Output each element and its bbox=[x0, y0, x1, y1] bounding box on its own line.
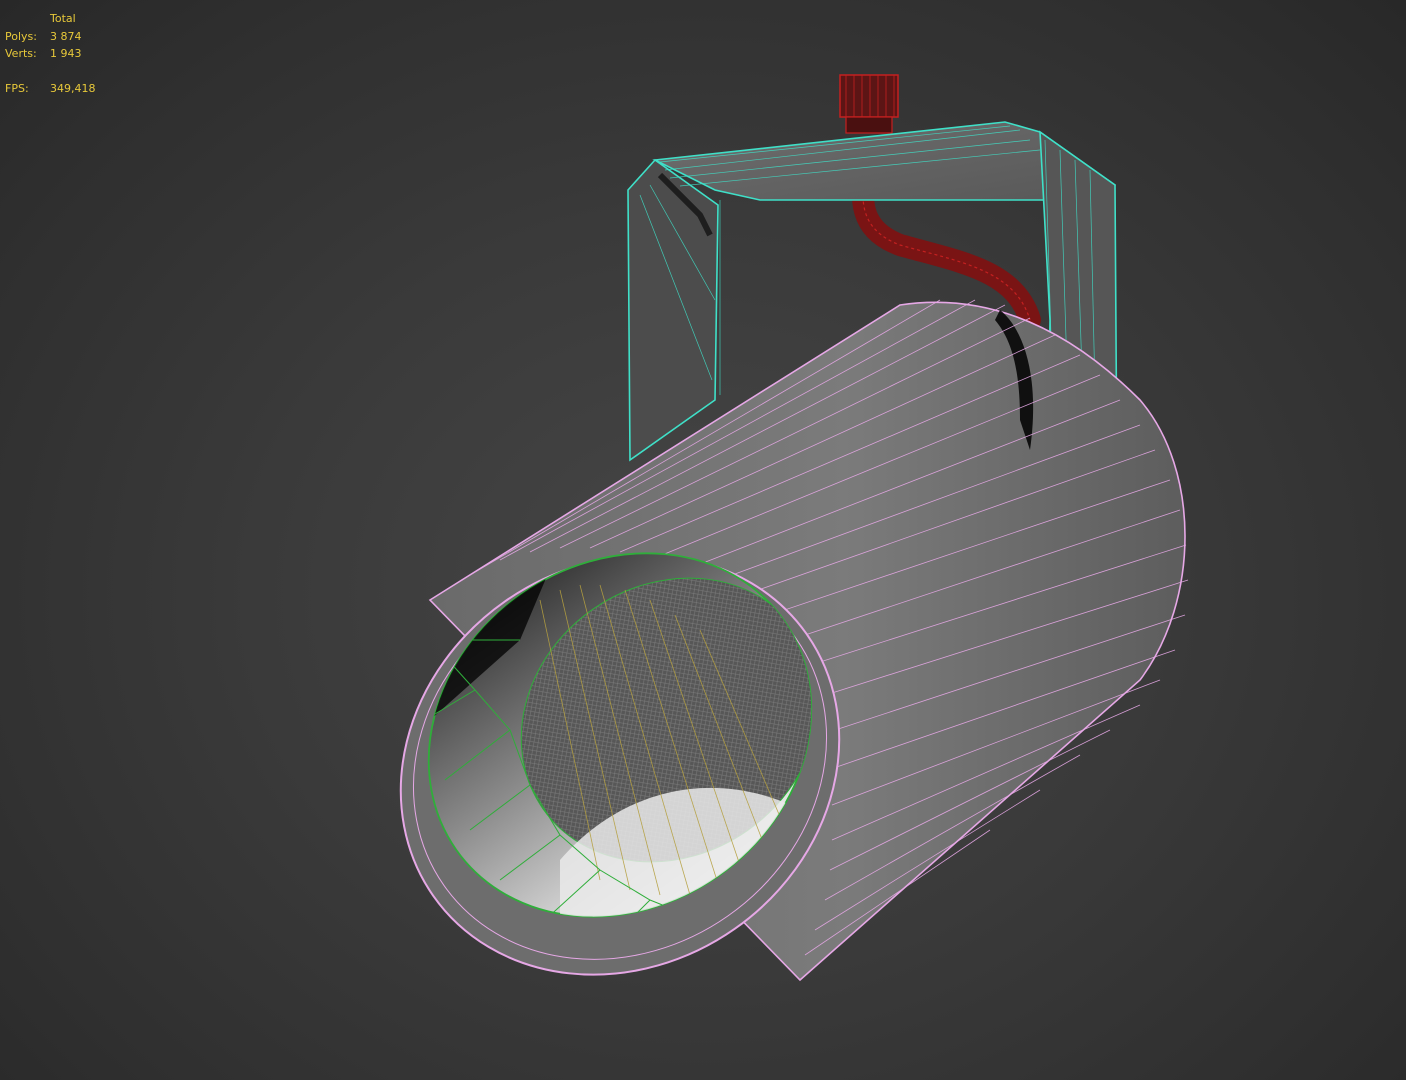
stats-polys-row: Polys: 3 874 bbox=[5, 28, 96, 46]
viewport-statistics: Total Polys: 3 874 Verts: 1 943 FPS: 349… bbox=[5, 10, 96, 98]
fps-value: 349,418 bbox=[50, 82, 96, 95]
polys-value: 3 874 bbox=[50, 29, 82, 43]
verts-label: Verts: bbox=[5, 47, 37, 60]
stats-header: Total bbox=[50, 12, 76, 25]
top-knob bbox=[839, 74, 899, 134]
stats-verts-row: Verts: 1 943 bbox=[5, 45, 96, 63]
verts-value: 1 943 bbox=[50, 47, 82, 60]
fps-label: FPS: bbox=[5, 82, 29, 95]
stats-header-row: Total bbox=[5, 10, 96, 28]
stats-fps-row: FPS: 349,418 bbox=[5, 80, 96, 98]
polys-label: Polys: bbox=[5, 29, 37, 43]
viewport-3d[interactable]: Total Polys: 3 874 Verts: 1 943 FPS: 349… bbox=[0, 0, 1406, 1080]
spotlight-model[interactable] bbox=[0, 0, 1406, 1080]
